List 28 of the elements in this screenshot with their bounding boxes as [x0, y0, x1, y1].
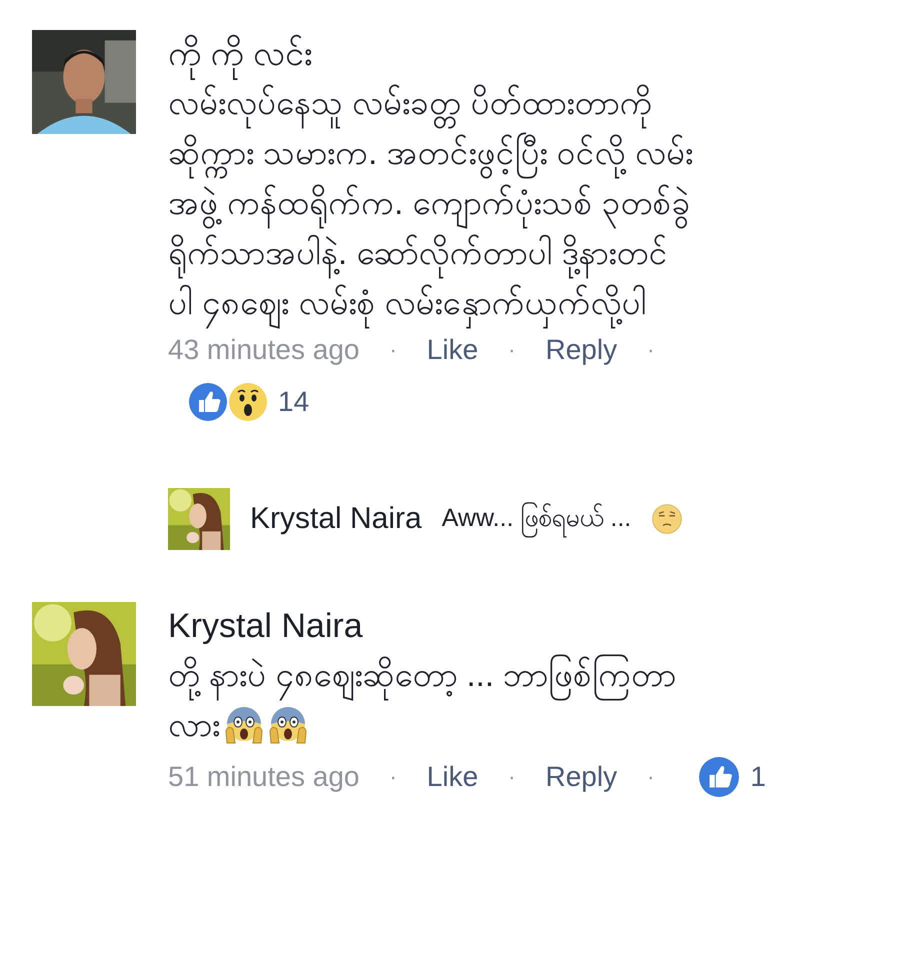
action-link[interactable]: Reply — [546, 761, 618, 793]
screaming-face-icon — [268, 705, 308, 745]
separator-dot: · — [389, 337, 397, 363]
comment-author[interactable]: Krystal Naira — [168, 602, 766, 650]
separator-dot: · — [647, 764, 654, 790]
separator-dot: · — [508, 764, 516, 790]
action-link[interactable]: Reply — [546, 334, 618, 366]
comment-text: တို့ နားပဲ ၄၈ဈေးဆိုတော့ ... ဘာဖြစ်ကြတာ — [168, 650, 676, 700]
like-icon — [698, 756, 740, 798]
comment-text: ပါ ၄၈ဈေး လမ်းစုံ လမ်းနှောက်ယှက်လို့ပါ — [168, 278, 647, 328]
reply-author[interactable]: Krystal Naira — [250, 502, 422, 536]
comment-text: လား — [168, 705, 220, 745]
surprised-face-icon — [228, 382, 268, 422]
reply-text: Aww... ဖြစ်ရမယ် ... — [442, 500, 632, 538]
comment-text: ဆိုက္ကား သမားက. အတင်းဖွင့်ပြီး ဝင်လို့ လမ်း — [168, 128, 693, 178]
reaction-count: 1 — [750, 761, 766, 793]
action-link[interactable]: Like — [426, 761, 478, 793]
screaming-face-icon — [224, 705, 264, 745]
action-link[interactable]: Like — [426, 334, 478, 366]
reaction-count: 14 — [278, 386, 310, 418]
comment-text: အဖွဲ့ ကန်ထရိုက်က. ကျောက်ပုံးသစ် ၃တစ်ခွဲ — [168, 178, 691, 228]
comment-text: ရိုက်သာအပါနဲ့. ဆော်လိုက်တာပါ ဒို့နားတင် — [168, 228, 668, 278]
separator-dot: · — [508, 337, 516, 363]
separator-dot: · — [389, 764, 397, 790]
separator-dot: · — [647, 337, 654, 363]
unamused-face-icon — [651, 503, 684, 535]
comment-author[interactable]: ကို ကို လင်း — [168, 30, 693, 78]
like-icon — [188, 382, 228, 422]
